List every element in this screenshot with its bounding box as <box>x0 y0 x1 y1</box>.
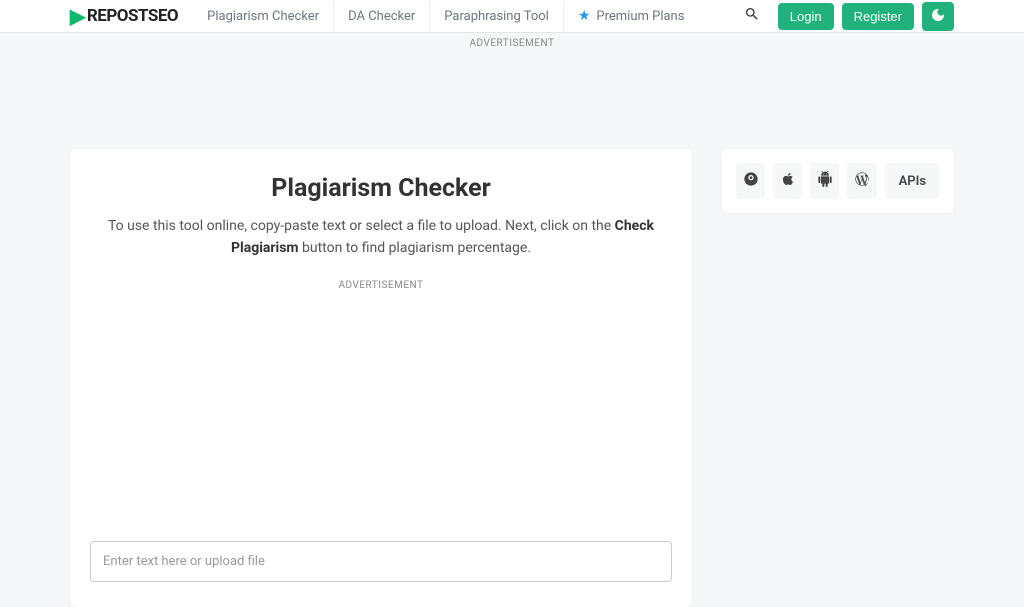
page-description: To use this tool online, copy-paste text… <box>90 215 672 260</box>
container: Plagiarism Checker To use this tool onli… <box>0 149 1024 607</box>
header-right: Login Register <box>744 2 954 31</box>
android-ext-button[interactable] <box>810 163 839 199</box>
main-card: Plagiarism Checker To use this tool onli… <box>70 149 692 607</box>
register-button[interactable]: Register <box>842 3 914 30</box>
apple-ext-button[interactable] <box>773 163 802 199</box>
nav: Plagiarism Checker DA Checker Paraphrasi… <box>193 0 744 32</box>
search-icon[interactable] <box>744 6 760 27</box>
text-input[interactable] <box>90 541 672 582</box>
logo[interactable]: ▶ REPOSTSEO <box>70 4 178 28</box>
nav-paraphrasing-tool[interactable]: Paraphrasing Tool <box>430 1 564 32</box>
moon-icon <box>930 7 946 26</box>
page-title: Plagiarism Checker <box>90 174 672 203</box>
wordpress-ext-button[interactable] <box>847 163 876 199</box>
ad-label-middle: ADVERTISEMENT <box>90 280 672 291</box>
apple-icon <box>780 171 796 191</box>
nav-da-checker[interactable]: DA Checker <box>334 1 430 32</box>
android-icon <box>817 171 833 191</box>
chrome-icon <box>743 171 759 191</box>
login-button[interactable]: Login <box>778 3 834 30</box>
logo-text: REPOSTSEO <box>87 6 178 26</box>
ad-label-top: ADVERTISEMENT <box>0 33 1024 54</box>
extensions-card: APIs <box>722 149 954 213</box>
chrome-ext-button[interactable] <box>736 163 765 199</box>
nav-plagiarism-checker[interactable]: Plagiarism Checker <box>193 1 334 32</box>
nav-premium-plans[interactable]: ★ Premium Plans <box>564 0 699 32</box>
sidebar: APIs <box>722 149 954 607</box>
wordpress-icon <box>854 171 870 191</box>
theme-toggle-button[interactable] <box>922 2 954 31</box>
star-icon: ★ <box>578 8 591 24</box>
header: ▶ REPOSTSEO Plagiarism Checker DA Checke… <box>0 0 1024 33</box>
logo-icon: ▶ <box>70 4 85 28</box>
apis-button[interactable]: APIs <box>885 163 940 199</box>
